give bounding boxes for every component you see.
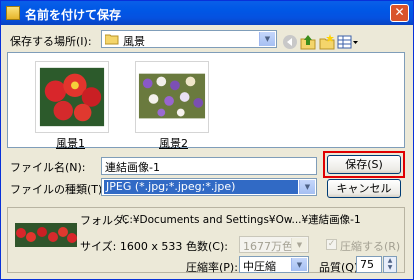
ratio-value: 中圧縮 <box>243 260 276 273</box>
save-location-dropdown[interactable]: 風景 ▼ <box>101 30 277 48</box>
colors-dropdown: 1677万色 ▼ <box>239 236 309 253</box>
file-name-1[interactable]: 風景1 <box>56 135 85 151</box>
ratio-label: 圧縮率(P): <box>186 261 238 274</box>
compress-checkbox-label: 圧縮する(R) <box>340 240 401 253</box>
colors-label: 色数(C): <box>186 240 228 253</box>
file-thumbnail-2[interactable] <box>135 61 209 133</box>
colors-value: 1677万色 <box>243 240 293 253</box>
ratio-dropdown[interactable]: 中圧縮 ▼ <box>239 256 309 273</box>
chevron-down-icon: ▼ <box>291 238 307 251</box>
up-folder-icon[interactable] <box>300 34 316 50</box>
title-bar[interactable]: 名前を付けて保存 ✕ <box>1 1 413 25</box>
chevron-down-icon[interactable]: ▼ <box>291 258 307 271</box>
filetype-dropdown[interactable]: JPEG (*.jpg;*.jpeg;*.jpe) ▼ <box>101 178 317 196</box>
folder-path: C:¥Documents and Settings¥Ow...¥連結画像-1 <box>122 214 361 226</box>
back-arrow-icon[interactable] <box>282 34 298 50</box>
new-folder-icon[interactable] <box>319 34 335 50</box>
dialog-icon <box>6 6 20 20</box>
filename-input[interactable]: 連結画像-1 <box>101 157 317 175</box>
filetype-value: JPEG (*.jpg;*.jpeg;*.jpe) <box>104 180 298 194</box>
file-thumbnail-1[interactable] <box>35 61 109 133</box>
save-location-value: 風景 <box>123 35 145 48</box>
chevron-down-icon[interactable]: ▼ <box>259 32 275 46</box>
close-button[interactable]: ✕ <box>390 4 409 22</box>
filetype-label: ファイルの種類(T): <box>10 183 107 196</box>
window-title: 名前を付けて保存 <box>25 8 122 22</box>
save-location-label: 保存する場所(I): <box>10 35 92 48</box>
folder-icon <box>105 34 119 45</box>
save-as-dialog: 名前を付けて保存 ✕ 保存する場所(I): 風景 ▼ 風景1 風景2 ファイル名… <box>0 0 414 280</box>
preview-image <box>15 223 77 247</box>
filename-label: ファイル名(N): <box>10 161 86 174</box>
chevron-down-icon[interactable]: ▼ <box>299 180 315 194</box>
file-name-2[interactable]: 風景2 <box>159 135 188 151</box>
file-list[interactable]: 風景1 風景2 <box>7 52 405 151</box>
quality-spinner[interactable]: ▲ ▼ <box>383 256 397 273</box>
image-options-panel: フォルダ: C:¥Documents and Settings¥Ow...¥連結… <box>7 207 405 274</box>
save-button[interactable]: 保存(S) <box>327 155 401 174</box>
cancel-button[interactable]: キャンセル <box>327 179 401 198</box>
image-size: サイズ: 1600 x 533 <box>80 240 183 253</box>
compress-checkbox[interactable]: ✓ <box>326 239 337 250</box>
quality-input[interactable]: 75 <box>356 256 382 273</box>
view-menu-icon[interactable] <box>337 34 359 50</box>
folder-label: フォルダ: <box>80 214 128 227</box>
